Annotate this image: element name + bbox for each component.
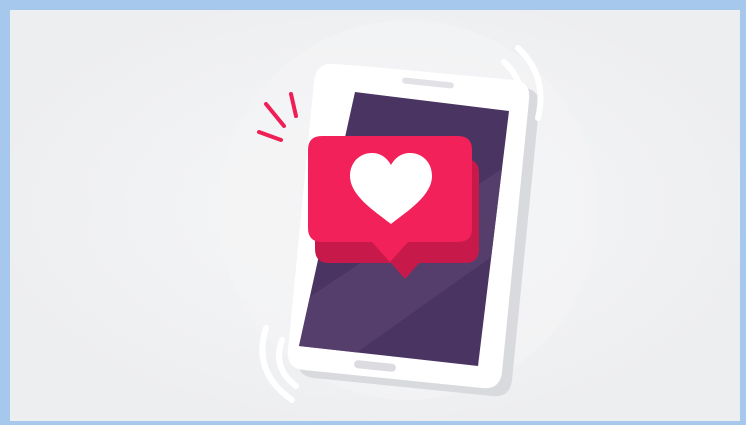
like-notification-illustration: [10, 10, 740, 421]
image-frame: [0, 0, 746, 425]
